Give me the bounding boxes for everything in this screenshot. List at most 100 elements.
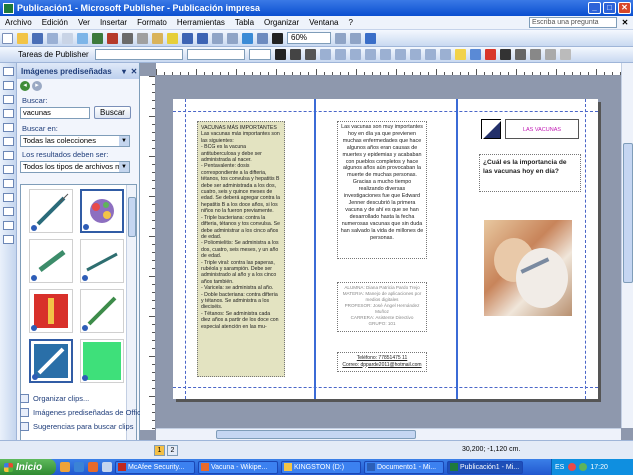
back-icon[interactable]: ◂ [20, 80, 30, 91]
dash-style-icon[interactable] [514, 49, 526, 60]
minimize-button[interactable]: _ [588, 2, 601, 14]
logo-title-textbox[interactable]: LAS VACUNAS [505, 119, 579, 139]
menu-archivo[interactable]: Archivo [0, 18, 37, 27]
question-textbox[interactable]: ¿Cuál es la importancia de las vacunas h… [479, 154, 581, 192]
results-select[interactable]: Todos los tipos de archivos mult ▼ [20, 161, 130, 173]
research-icon[interactable] [107, 32, 118, 44]
italic-icon[interactable] [289, 49, 301, 60]
close-pane-icon[interactable]: ✕ [129, 67, 139, 76]
format-painter-icon[interactable] [167, 32, 178, 44]
ie-icon[interactable] [74, 462, 84, 472]
autoshapes-icon[interactable] [3, 207, 14, 216]
horizontal-scroll-thumb[interactable] [216, 430, 416, 439]
oval-icon[interactable] [3, 179, 14, 188]
task-mcafee[interactable]: McAfee Security... [115, 460, 195, 474]
font-size-select[interactable] [248, 49, 271, 60]
publisher-tasks-button[interactable]: Tareas de Publisher [18, 50, 89, 59]
3d-style-icon[interactable] [559, 49, 571, 60]
pilcrow-icon[interactable] [272, 32, 283, 44]
menu-edicion[interactable]: Edición [37, 18, 73, 27]
menu-insertar[interactable]: Insertar [95, 18, 132, 27]
pane-menu-icon[interactable]: ▾ [119, 67, 129, 76]
vertical-scroll-thumb[interactable] [623, 143, 633, 283]
align-right-icon[interactable] [349, 49, 361, 60]
close-document-icon[interactable]: ✕ [620, 18, 630, 27]
zoom-select[interactable]: 60% [287, 32, 331, 44]
bold-icon[interactable] [274, 49, 286, 60]
align-center-icon[interactable] [334, 49, 346, 60]
page-1-tab[interactable]: 1 [154, 445, 165, 456]
credits-textbox[interactable]: ALUMNA: Diana Patricia Pardo Trejo MATER… [337, 282, 427, 332]
search-button[interactable]: Buscar [94, 106, 131, 119]
arrow-icon[interactable] [3, 165, 14, 174]
show-desktop-icon[interactable] [102, 462, 112, 472]
align-left-icon[interactable] [319, 49, 331, 60]
organize-clips-link[interactable]: Organizar clips... [20, 394, 89, 403]
arrow-style-icon[interactable] [529, 49, 541, 60]
decrease-indent-icon[interactable] [409, 49, 421, 60]
task-wikipedia[interactable]: Vacuna - Wikipe... [198, 460, 278, 474]
menu-ventana[interactable]: Ventana [304, 18, 343, 27]
vertical-scrollbar[interactable] [621, 63, 633, 428]
gallery-scroll-thumb[interactable] [128, 197, 136, 237]
search-input[interactable]: vacunas [20, 107, 90, 119]
numbering-icon[interactable] [379, 49, 391, 60]
close-button[interactable]: ✕ [618, 2, 631, 14]
menu-ver[interactable]: Ver [73, 18, 95, 27]
rectangle-icon[interactable] [3, 193, 14, 202]
maximize-button[interactable]: □ [603, 2, 616, 14]
clip-syringe-1[interactable] [29, 189, 73, 233]
justify-icon[interactable] [364, 49, 376, 60]
hot-spot-icon[interactable] [3, 221, 14, 230]
menu-organizar[interactable]: Organizar [259, 18, 304, 27]
tray-icon[interactable] [579, 463, 588, 471]
print-preview-icon[interactable] [77, 32, 88, 44]
table-icon[interactable] [3, 95, 14, 104]
clip-green-image[interactable] [80, 339, 124, 383]
fill-color-icon[interactable] [454, 49, 466, 60]
underline-icon[interactable] [304, 49, 316, 60]
wordart-icon[interactable] [3, 109, 14, 118]
hyperlink-icon[interactable] [242, 32, 253, 44]
bullets-icon[interactable] [394, 49, 406, 60]
clip-syringe-2[interactable] [29, 239, 73, 283]
picture-frame-icon[interactable] [3, 123, 14, 132]
spelling-icon[interactable] [92, 32, 103, 44]
task-documento1[interactable]: Documento1 - Mi... [364, 460, 444, 474]
clip-virus-selected[interactable] [80, 189, 124, 233]
line-style-icon[interactable] [499, 49, 511, 60]
line-color-icon[interactable] [469, 49, 481, 60]
menu-tabla[interactable]: Tabla [230, 18, 259, 27]
select-arrow-icon[interactable] [3, 67, 14, 76]
office-clipart-online-link[interactable]: Imágenes prediseñadas de Office e [20, 408, 151, 417]
ask-question-input[interactable]: Escriba una pregunta [529, 17, 617, 28]
clip-syringe-frame[interactable] [29, 339, 73, 383]
copy-icon[interactable] [137, 32, 148, 44]
style-select[interactable] [94, 49, 183, 60]
undo-icon[interactable] [182, 32, 193, 44]
intro-textbox[interactable]: Las vacunas son muy importantes hoy en d… [337, 121, 427, 259]
forward-icon[interactable]: ▸ [32, 80, 42, 91]
clip-syringe-4[interactable] [80, 289, 124, 333]
start-button[interactable]: Inicio [0, 459, 56, 475]
permission-icon[interactable] [47, 32, 58, 44]
redo-icon[interactable] [197, 32, 208, 44]
shadow-style-icon[interactable] [544, 49, 556, 60]
font-color-icon[interactable] [484, 49, 496, 60]
contact-textbox[interactable]: Teléfono: 77851475 11 Correo: dpparde201… [337, 352, 427, 372]
save-icon[interactable] [32, 32, 43, 44]
open-icon[interactable] [17, 32, 28, 44]
font-size-up-icon[interactable] [439, 49, 451, 60]
menu-help[interactable]: ? [344, 18, 358, 27]
new-icon[interactable] [2, 32, 13, 44]
clip-red-image[interactable] [29, 289, 73, 333]
help-icon[interactable] [365, 32, 376, 44]
menu-herramientas[interactable]: Herramientas [172, 18, 230, 27]
text-box-icon[interactable] [3, 81, 14, 90]
search-tips-link[interactable]: Sugerencias para buscar clips [20, 422, 133, 431]
tray-icon[interactable] [568, 463, 577, 471]
task-kingston[interactable]: KINGSTON (D:) [281, 460, 361, 474]
columns-icon[interactable] [257, 32, 268, 44]
logo-shape[interactable] [481, 119, 502, 140]
quicklaunch-icon[interactable] [60, 462, 70, 472]
